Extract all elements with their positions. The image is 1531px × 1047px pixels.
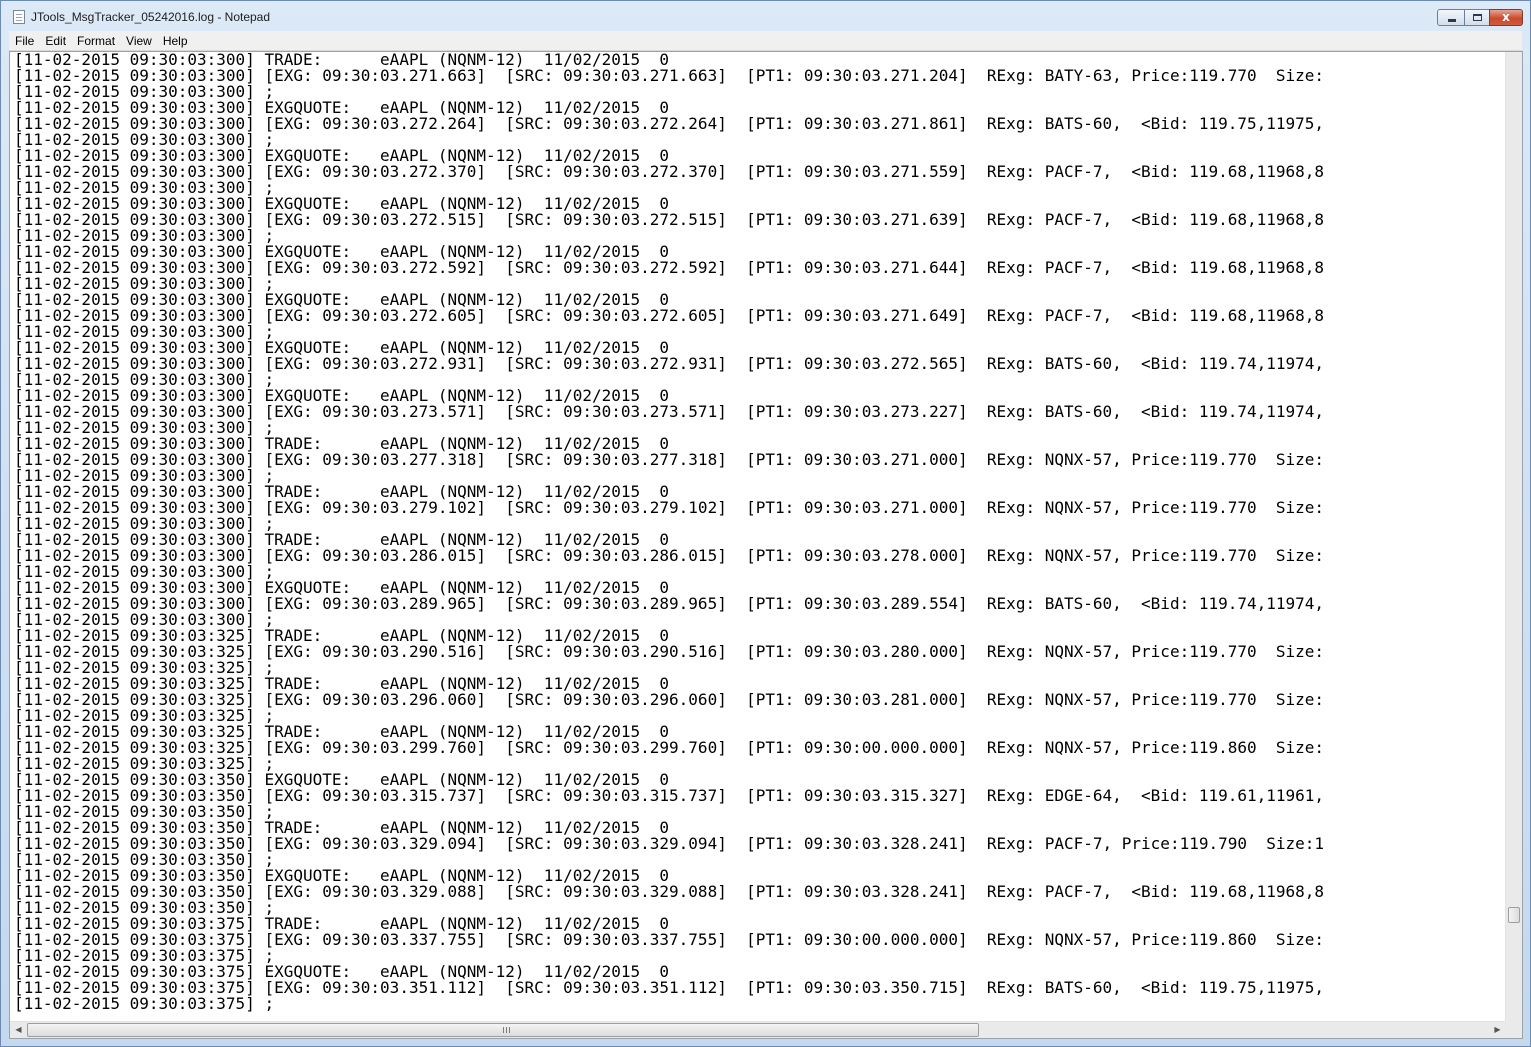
window-title: JTools_MsgTracker_05242016.log - Notepad [31,10,271,24]
close-icon: x [1502,10,1510,24]
horizontal-scrollbar[interactable]: ◀ ▶ [10,1021,1506,1038]
menu-view[interactable]: View [120,31,157,49]
maximize-icon [1473,14,1482,21]
horizontal-scroll-thumb[interactable] [27,1023,979,1037]
minimize-icon [1448,19,1456,22]
arrow-right-icon[interactable]: ▶ [1489,1022,1506,1038]
menu-edit[interactable]: Edit [39,31,71,49]
text-editor[interactable]: [11-02-2015 09:30:03:300] TRADE: eAAPL (… [9,51,1523,1039]
caption-buttons: x [1437,9,1523,26]
menu-help[interactable]: Help [157,31,193,49]
arrow-left-icon[interactable]: ◀ [10,1022,27,1038]
menu-file[interactable]: File [9,31,39,49]
vertical-scrollbar[interactable] [1505,52,1522,1022]
log-content[interactable]: [11-02-2015 09:30:03:300] TRADE: eAAPL (… [10,52,1506,1012]
title-bar[interactable]: JTools_MsgTracker_05242016.log - Notepad… [1,1,1530,31]
scrollbar-corner [1505,1021,1522,1038]
close-button[interactable]: x [1489,9,1523,26]
log-line: [11-02-2015 09:30:03:375] ; [14,994,275,1013]
notepad-icon[interactable] [13,10,25,24]
grip-icon [503,1027,510,1033]
minimize-button[interactable] [1437,9,1465,26]
notepad-window: JTools_MsgTracker_05242016.log - Notepad… [0,0,1531,1047]
vertical-scroll-thumb[interactable] [1508,907,1520,923]
maximize-button[interactable] [1464,9,1490,26]
menu-bar: File Edit Format View Help [9,31,1522,51]
menu-format[interactable]: Format [71,31,120,49]
editor-text-area[interactable]: [11-02-2015 09:30:03:300] TRADE: eAAPL (… [10,52,1506,1022]
